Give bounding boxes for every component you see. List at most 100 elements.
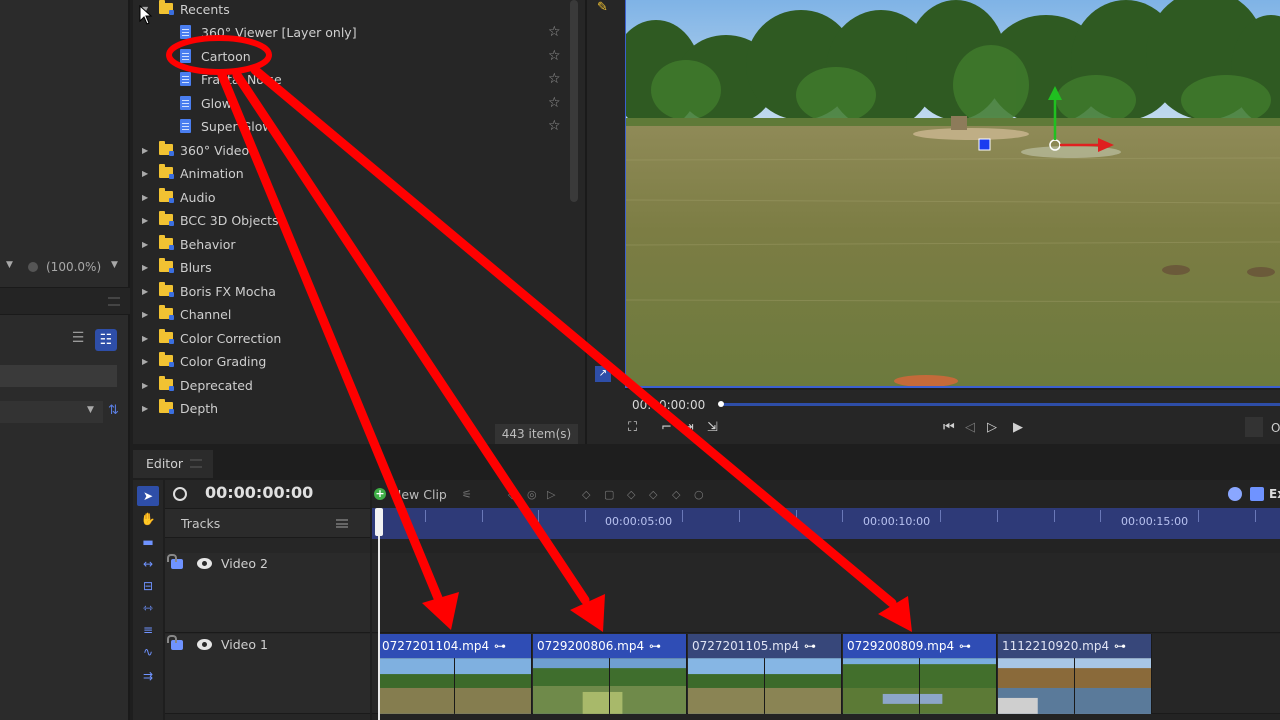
clock-icon[interactable]	[1228, 487, 1242, 501]
lock-icon[interactable]	[167, 554, 183, 569]
export-label[interactable]: Ex	[1269, 487, 1280, 501]
link-icon[interactable]: ⊶	[649, 634, 661, 658]
play-icon[interactable]: ▶	[1013, 420, 1023, 435]
clip-header[interactable]: 0729200806.mp4 ⊶	[533, 634, 686, 658]
expand-arrow-icon[interactable]: ▶	[142, 162, 148, 185]
list-view-icon[interactable]: ☰	[68, 330, 88, 350]
keyframe-prev-icon[interactable]: ◇	[508, 488, 516, 501]
expand-arrow-icon[interactable]: ▶	[142, 256, 148, 279]
expand-arrow-icon[interactable]: ▶	[142, 139, 148, 162]
effect-item[interactable]: 360° Viewer [Layer only] ☆	[133, 21, 563, 44]
keyframe-icon[interactable]: ◇	[672, 488, 680, 501]
track-lane-video-1[interactable]: 0727201104.mp4 ⊶ 0729200806.mp4 ⊶ 072720…	[372, 634, 1280, 714]
track-header-video-1[interactable]: Video 1	[165, 634, 370, 714]
expand-arrow-icon[interactable]: ▶	[142, 280, 148, 303]
tracks-menu-icon[interactable]	[336, 519, 348, 528]
star-icon[interactable]: ☆	[548, 45, 561, 68]
link-icon[interactable]: ⊶	[959, 634, 971, 658]
tree-folder[interactable]: ▶ Behavior	[133, 233, 563, 256]
track-lane-video-2[interactable]	[372, 553, 1280, 633]
clip-header[interactable]: 0727201104.mp4 ⊶	[378, 634, 531, 658]
track-header-video-2[interactable]: Video 2	[165, 553, 370, 633]
safe-area-icon[interactable]: ⛶	[628, 420, 637, 435]
expand-arrow-icon[interactable]: ▶	[142, 303, 148, 326]
keyframe-icon[interactable]: ◇	[649, 488, 657, 501]
overwrite-icon[interactable]: ⇲	[707, 420, 718, 435]
timeline-clip[interactable]: 0729200806.mp4 ⊶	[533, 634, 687, 714]
panel-menu-icon[interactable]	[190, 459, 202, 468]
keyframe-square-icon[interactable]: ▢	[604, 488, 614, 501]
tree-folder[interactable]: ▶ Channel	[133, 303, 563, 326]
tree-folder[interactable]: ▶ Color Grading	[133, 350, 563, 373]
snap-icon[interactable]: ⇉	[137, 666, 159, 686]
viewer-scrubber[interactable]	[720, 403, 1280, 406]
timeline-ruler[interactable]: 00:00:05:00 00:00:10:00 00:00:15:00	[372, 508, 1280, 539]
tree-folder[interactable]: ▶ Audio	[133, 186, 563, 209]
clip-header[interactable]: 0729200809.mp4 ⊶	[843, 634, 996, 658]
viewer-canvas[interactable]	[625, 0, 1280, 388]
tree-folder[interactable]: ▶ Boris FX Mocha	[133, 280, 563, 303]
star-icon[interactable]: ☆	[548, 21, 561, 44]
timeline-clip[interactable]: 1112210920.mp4 ⊶	[998, 634, 1152, 714]
tree-folder[interactable]: ▶ Animation	[133, 162, 563, 185]
scrollbar[interactable]	[570, 0, 578, 202]
new-clip-button[interactable]: New Clip	[392, 487, 447, 502]
scrubber-handle[interactable]	[718, 401, 724, 407]
slip-tool-icon[interactable]: ▬	[137, 532, 159, 552]
viewer-option-label[interactable]: O	[1271, 421, 1280, 435]
link-icon[interactable]: ⊶	[804, 634, 816, 658]
go-to-start-icon[interactable]: ⏮	[943, 420, 955, 435]
search-input[interactable]	[0, 365, 117, 387]
link-icon[interactable]: ⊶	[1114, 634, 1126, 658]
tree-folder[interactable]: ▶ Depth	[133, 397, 563, 420]
add-icon[interactable]: +	[374, 488, 386, 500]
detail-view-icon[interactable]: ☷	[95, 329, 117, 351]
keyframe-add-icon[interactable]: ◎	[527, 488, 537, 501]
playhead[interactable]	[375, 508, 383, 720]
export-icon[interactable]	[1250, 487, 1264, 501]
timeline[interactable]: + New Clip ⚟ ◇ ◎ ▷ ◇ ▢ ◇ ◇ ◇ ○ Ex 00:00:…	[372, 480, 1280, 720]
hand-tool-icon[interactable]: ✋	[137, 509, 159, 529]
tree-folder[interactable]: ▶ Color Correction	[133, 327, 563, 350]
zoom-value[interactable]: (100.0%)	[46, 260, 101, 274]
clip-header[interactable]: 0727201105.mp4 ⊶	[688, 634, 841, 658]
chevron-down-icon[interactable]: ▼	[87, 405, 94, 415]
timeline-clip[interactable]: 0729200809.mp4 ⊶	[843, 634, 997, 714]
pencil-icon[interactable]: ✎	[597, 0, 608, 15]
expand-arrow-icon[interactable]: ▶	[142, 350, 148, 373]
keyframe-circle-icon[interactable]: ○	[694, 488, 704, 501]
tree-folder[interactable]: ▶ Deprecated	[133, 374, 563, 397]
star-icon[interactable]: ☆	[548, 92, 561, 115]
expand-icon[interactable]: ↗	[595, 366, 611, 382]
insert-icon[interactable]: ⇥	[683, 420, 694, 435]
panel-menu-icon[interactable]	[108, 297, 120, 306]
lock-icon[interactable]	[167, 635, 183, 650]
link-icon[interactable]: ⊶	[494, 634, 506, 658]
timeline-clip[interactable]: 0727201105.mp4 ⊶	[688, 634, 842, 714]
tree-folder-recents[interactable]: ▼ Recents	[133, 0, 563, 21]
eye-icon[interactable]	[197, 558, 212, 569]
view-options-icon[interactable]	[1245, 417, 1263, 437]
razor-tool-icon[interactable]: ∿	[137, 642, 159, 662]
expand-arrow-icon[interactable]: ▶	[142, 186, 148, 209]
effect-item[interactable]: Super Glow ☆	[133, 115, 563, 138]
tab-editor[interactable]: Editor	[133, 450, 213, 478]
tree-folder[interactable]: ▶ 360° Video	[133, 139, 563, 162]
chevron-down-icon[interactable]: ▼	[6, 260, 13, 270]
timeline-clip[interactable]: 0727201104.mp4 ⊶	[378, 634, 532, 714]
effect-item-cartoon[interactable]: Cartoon ☆	[133, 45, 563, 68]
clip-header[interactable]: 1112210920.mp4 ⊶	[998, 634, 1151, 658]
editor-timecode[interactable]: 00:00:00:00	[205, 483, 313, 502]
expand-arrow-icon[interactable]: ▶	[142, 374, 148, 397]
tree-folder[interactable]: ▶ BCC 3D Objects	[133, 209, 563, 232]
roll-tool-icon[interactable]: ⊟	[137, 576, 159, 596]
mark-in-icon[interactable]: ⌐	[661, 420, 672, 435]
star-icon[interactable]: ☆	[548, 115, 561, 138]
keyframe-icon[interactable]: ◇	[582, 488, 590, 501]
step-back-icon[interactable]: ◁	[965, 420, 975, 435]
expand-arrow-icon[interactable]: ▶	[142, 209, 148, 232]
expand-arrow-icon[interactable]: ▶	[142, 327, 148, 350]
tree-folder[interactable]: ▶ Blurs	[133, 256, 563, 279]
zoom-dropdown-icon[interactable]: ▼	[111, 260, 118, 270]
stack-icon[interactable]: ⚟	[462, 488, 472, 501]
